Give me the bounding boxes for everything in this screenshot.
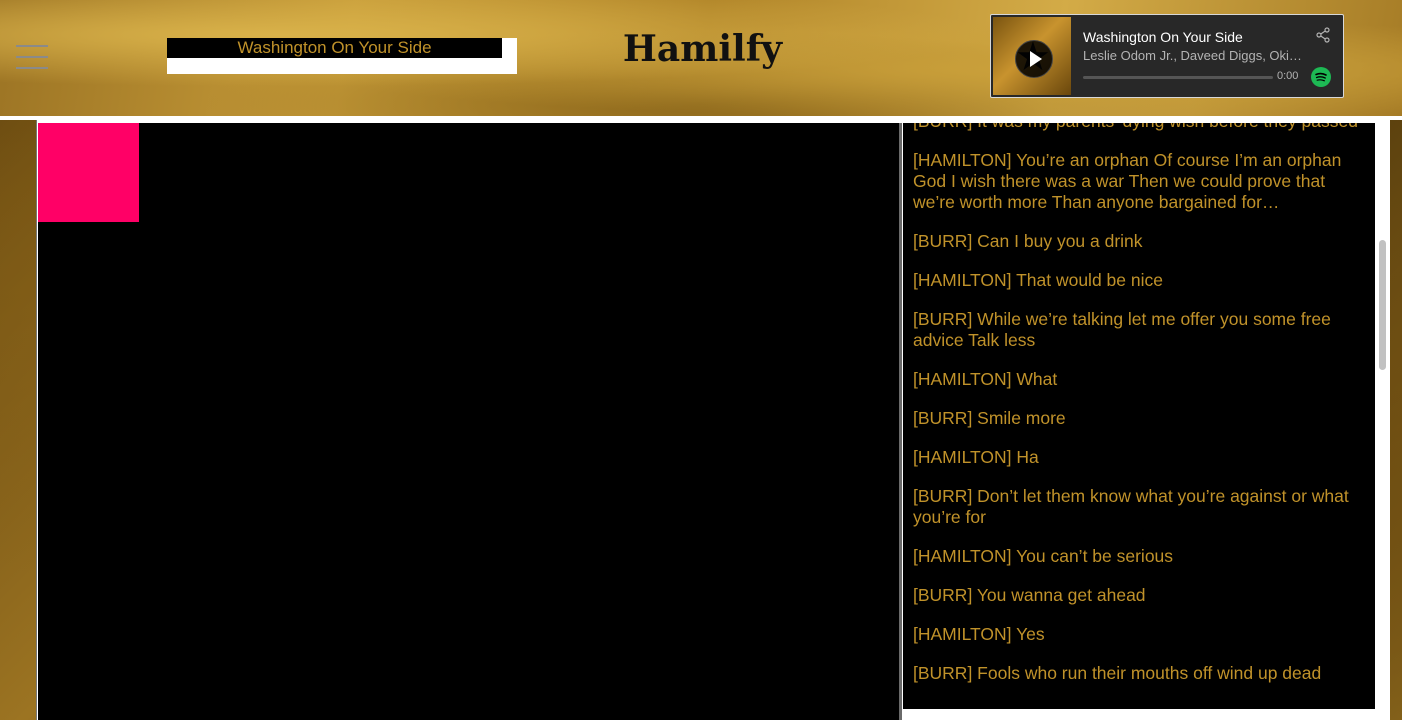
lyric-line: [HAMILTON] That would be nice bbox=[913, 270, 1163, 290]
main-content: [BURR] It was my parents' dying wish bef… bbox=[36, 120, 1390, 720]
lyric-line: [HAMILTON] Yes bbox=[913, 624, 1045, 644]
song-select-value[interactable]: Washington On Your Side bbox=[167, 38, 502, 58]
lyric-line: [HAMILTON] You’re an orphan Of course I’… bbox=[913, 150, 1342, 212]
album-art: ★ bbox=[993, 17, 1071, 95]
track-artists[interactable]: Leslie Odom Jr., Daveed Diggs, Okieriete… bbox=[1083, 48, 1308, 63]
lyric-line: [HAMILTON] What bbox=[913, 369, 1058, 389]
lyrics-panel[interactable]: [BURR] It was my parents' dying wish bef… bbox=[903, 123, 1375, 709]
elapsed-time: 0:00 bbox=[1277, 70, 1299, 82]
spotify-player: ★ Washington On Your Side Leslie Odom Jr… bbox=[990, 14, 1344, 98]
menu-bar bbox=[16, 45, 48, 47]
spotify-icon[interactable] bbox=[1311, 67, 1331, 87]
play-button[interactable] bbox=[1015, 40, 1053, 78]
lyrics-list: [BURR] It was my parents' dying wish bef… bbox=[913, 123, 1368, 702]
site-header: Washington On Your Side Hamilfy ★ Washin… bbox=[0, 0, 1402, 116]
lyric-line: [BURR] It was my parents' dying wish bef… bbox=[913, 123, 1368, 132]
lyric-line: [BURR] Don’t let them know what you’re a… bbox=[913, 486, 1349, 527]
lyric-line: [BURR] Can I buy you a drink bbox=[913, 231, 1143, 251]
lyric-line: [BURR] While we’re talking let me offer … bbox=[913, 309, 1331, 350]
visualizer-canvas[interactable] bbox=[38, 123, 899, 720]
song-select[interactable]: Washington On Your Side bbox=[167, 38, 517, 74]
scrollbar-thumb[interactable] bbox=[1379, 240, 1386, 370]
visualizer-block bbox=[38, 123, 139, 222]
progress-bar[interactable] bbox=[1083, 76, 1273, 79]
panel-divider bbox=[899, 123, 902, 720]
lyric-line: [BURR] You wanna get ahead bbox=[913, 585, 1146, 605]
menu-bar bbox=[16, 56, 48, 58]
share-icon[interactable] bbox=[1315, 27, 1331, 43]
lyrics-scrollbar[interactable] bbox=[1375, 123, 1389, 709]
site-title: Hamilfy bbox=[622, 28, 783, 70]
menu-bar bbox=[16, 67, 48, 69]
lyric-line: [BURR] Smile more bbox=[913, 408, 1066, 428]
lyric-line: [BURR] Fools who run their mouths off wi… bbox=[913, 663, 1322, 683]
hamburger-menu-icon[interactable] bbox=[16, 45, 48, 69]
track-name[interactable]: Washington On Your Side bbox=[1083, 29, 1243, 45]
lyric-line: [HAMILTON] Ha bbox=[913, 447, 1039, 467]
lyric-line: [HAMILTON] You can’t be serious bbox=[913, 546, 1174, 566]
